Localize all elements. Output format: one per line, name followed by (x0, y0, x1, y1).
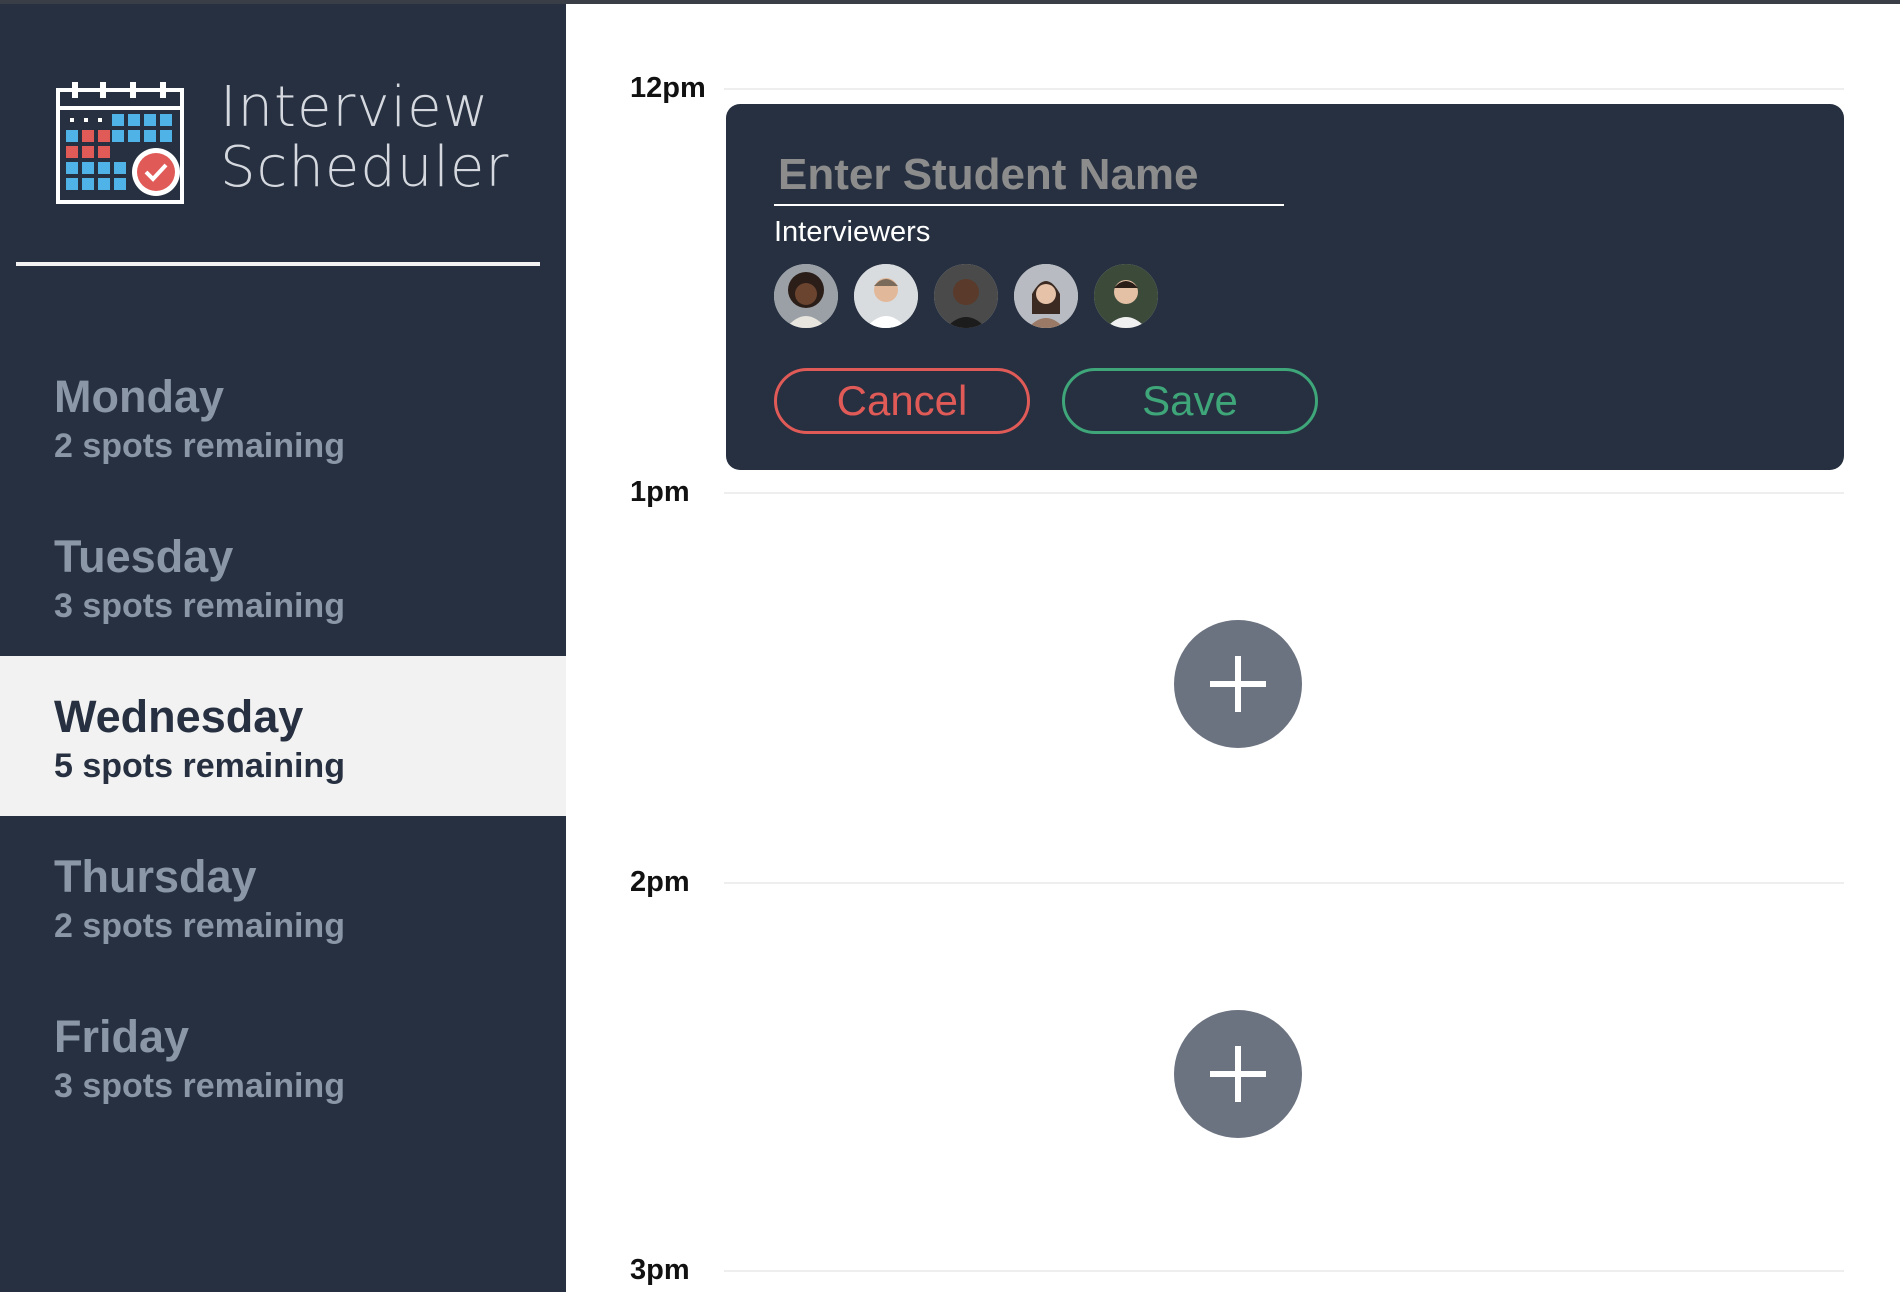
day-name: Tuesday (54, 531, 234, 582)
time-label-1pm: 1pm (630, 476, 690, 508)
hour-divider (724, 492, 1844, 494)
day-name: Friday (54, 1011, 190, 1062)
add-appointment-button[interactable] (1174, 620, 1302, 748)
app-title: Interview Scheduler (220, 78, 509, 198)
interviewer-avatar-5[interactable] (1094, 264, 1158, 328)
day-name: Monday (54, 371, 225, 422)
interviewer-avatar-2[interactable] (854, 264, 918, 328)
brand: Interview Scheduler (56, 76, 536, 216)
hour-divider (724, 882, 1844, 884)
student-name-input[interactable] (774, 146, 1284, 206)
day-item-friday[interactable]: Friday 3 spots remaining (0, 976, 566, 1136)
day-item-wednesday[interactable]: Wednesday 5 spots remaining (0, 656, 566, 816)
day-spots: 2 spots remaining (54, 427, 345, 465)
day-list: Monday 2 spots remaining Tuesday 3 spots… (0, 336, 566, 1136)
day-spots: 3 spots remaining (54, 1067, 345, 1105)
time-label-3pm: 3pm (630, 1254, 690, 1286)
app-title-line-1: Interview (220, 75, 490, 140)
plus-icon (1210, 1046, 1266, 1102)
interviewer-avatar-3[interactable] (934, 264, 998, 328)
day-spots: 3 spots remaining (54, 587, 345, 625)
day-name: Thursday (54, 851, 257, 902)
schedule: 12pm Interviewers Cancel Save 1pm (566, 4, 1900, 1292)
interviewer-avatar-4[interactable] (1014, 264, 1078, 328)
interviewer-avatar-1[interactable] (774, 264, 838, 328)
day-item-tuesday[interactable]: Tuesday 3 spots remaining (0, 496, 566, 656)
interviewer-list (774, 264, 1158, 328)
day-spots: 5 spots remaining (54, 747, 345, 785)
sidebar-divider (16, 262, 540, 266)
day-item-thursday[interactable]: Thursday 2 spots remaining (0, 816, 566, 976)
time-label-2pm: 2pm (630, 866, 690, 898)
calendar-check-icon (56, 82, 184, 204)
add-appointment-button[interactable] (1174, 1010, 1302, 1138)
cancel-button[interactable]: Cancel (774, 368, 1030, 434)
sidebar: Interview Scheduler Monday 2 spots remai… (0, 4, 566, 1292)
day-name: Wednesday (54, 691, 304, 742)
hour-divider (724, 88, 1844, 90)
interviewers-label: Interviewers (774, 216, 931, 248)
hour-divider (724, 1270, 1844, 1272)
plus-icon (1210, 656, 1266, 712)
day-spots: 2 spots remaining (54, 907, 345, 945)
app-title-line-2: Scheduler (220, 135, 510, 200)
booking-form: Interviewers Cancel Save (726, 104, 1844, 470)
save-button[interactable]: Save (1062, 368, 1318, 434)
day-item-monday[interactable]: Monday 2 spots remaining (0, 336, 566, 496)
time-label-12pm: 12pm (630, 72, 706, 104)
